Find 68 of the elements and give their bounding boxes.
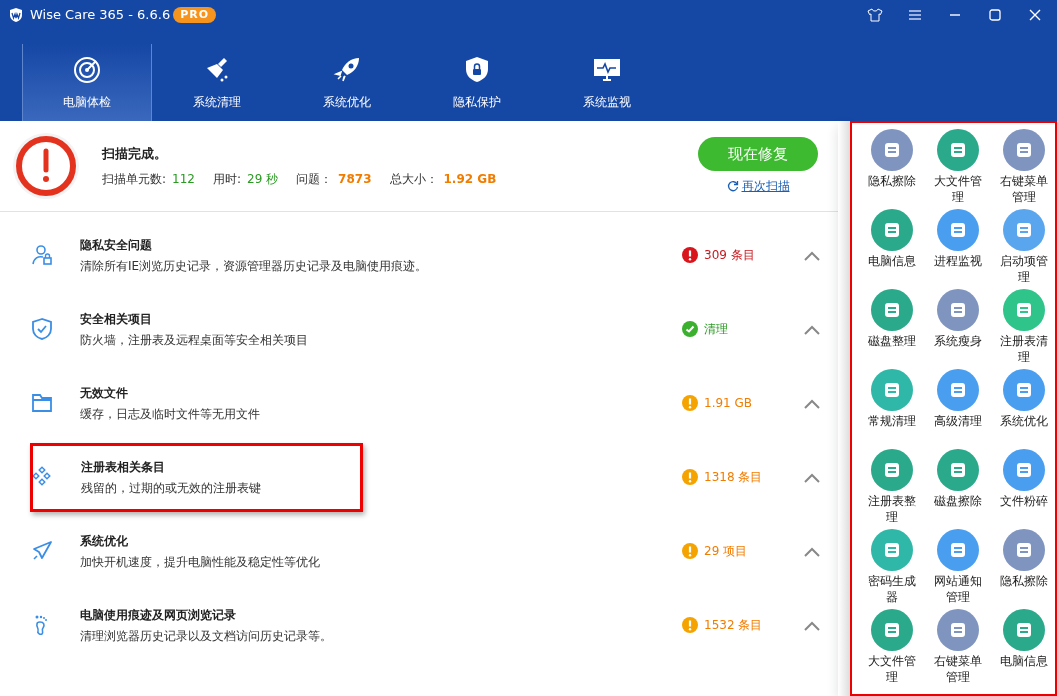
stat-value: 112	[172, 170, 195, 188]
item-title: 安全相关项目	[80, 310, 153, 328]
nav-tab[interactable]: 系统清理	[152, 44, 282, 121]
person-lock-icon	[30, 243, 54, 267]
tool-launcher[interactable]: 网站通知管理	[926, 529, 990, 609]
tool-launcher[interactable]: 系统瘦身	[926, 289, 990, 369]
item-title: 系统优化	[80, 532, 129, 550]
tool-launcher[interactable]: 文件粉碎	[992, 449, 1056, 529]
item-title: 注册表相关条目	[81, 458, 166, 476]
tool-launcher[interactable]: 进程监视	[926, 209, 990, 289]
collapse-chevron-icon[interactable]	[804, 398, 820, 409]
item-description: 缓存，日志及临时文件等无用文件	[80, 405, 261, 423]
item-status: 1.91 GB	[704, 395, 753, 412]
item-description: 清除所有IE浏览历史记录，资源管理器历史记录及电脑使用痕迹。	[80, 257, 429, 275]
tool-launcher[interactable]: 右键菜单管理	[926, 609, 990, 689]
stat-value: 1.92 GB	[443, 170, 497, 188]
tool-launcher[interactable]: 注册表整理	[860, 449, 924, 529]
nav-tab[interactable]: 电脑体检	[22, 44, 152, 121]
stat-value: 29 秒	[247, 170, 279, 188]
item-title: 隐私安全问题	[80, 236, 153, 254]
collapse-chevron-icon[interactable]	[804, 546, 820, 557]
folder-icon	[30, 391, 54, 415]
item-status: 1532 条目	[704, 617, 763, 634]
tool-launcher[interactable]: 隐私擦除	[992, 529, 1056, 609]
item-description: 防火墙，注册表及远程桌面等安全相关项目	[80, 331, 309, 349]
tool-launcher[interactable]: 系统优化	[992, 369, 1056, 449]
item-status: 29 项目	[704, 543, 748, 560]
tool-launcher[interactable]: 右键菜单管理	[992, 129, 1056, 209]
tool-launcher[interactable]: 磁盘整理	[860, 289, 924, 369]
item-description: 清理浏览器历史记录以及文档访问历史记录等。	[80, 627, 333, 645]
item-description: 残留的，过期的或无效的注册表键	[81, 479, 262, 497]
radar-icon	[72, 54, 102, 85]
tool-launcher[interactable]: 大文件管理	[860, 609, 924, 689]
stat-label: 扫描单元数:	[102, 170, 167, 188]
shield-logo-icon	[8, 7, 24, 23]
stat-value: 7873	[338, 170, 372, 188]
shield-check-icon	[30, 317, 54, 341]
nav-tab[interactable]: 系统优化	[282, 44, 412, 121]
tool-launcher[interactable]: 隐私擦除	[860, 129, 924, 209]
rescan-link[interactable]: 再次扫描	[741, 177, 790, 195]
tool-launcher[interactable]: 密码生成器	[860, 529, 924, 609]
refresh-icon	[726, 180, 739, 192]
tool-launcher[interactable]: 磁盘擦除	[926, 449, 990, 529]
item-title: 无效文件	[80, 384, 129, 402]
stat-label: 问题：	[296, 170, 333, 188]
scan-status-title: 扫描完成。	[102, 145, 168, 164]
tool-launcher[interactable]: 高级清理	[926, 369, 990, 449]
collapse-chevron-icon[interactable]	[804, 472, 820, 483]
pro-badge: PRO	[173, 6, 217, 24]
nav-tab[interactable]: 系统监视	[542, 44, 672, 121]
stat-label: 总大小：	[389, 170, 438, 188]
stat-label: 用时:	[212, 170, 241, 188]
item-status: 清理	[704, 321, 728, 338]
collapse-chevron-icon[interactable]	[804, 250, 820, 261]
item-description: 加快开机速度，提升电脑性能及稳定性等优化	[80, 553, 321, 571]
tool-launcher[interactable]: 注册表清理	[992, 289, 1056, 369]
tool-launcher[interactable]: 大文件管理	[926, 129, 990, 209]
item-status: 309 条目	[704, 247, 755, 264]
collapse-chevron-icon[interactable]	[804, 324, 820, 335]
item-title: 电脑使用痕迹及网页浏览记录	[80, 606, 237, 624]
tool-launcher[interactable]: 电脑信息	[992, 609, 1056, 689]
collapse-chevron-icon[interactable]	[804, 620, 820, 631]
tool-launcher[interactable]: 启动项管理	[992, 209, 1056, 289]
nav-tab[interactable]: 隐私保护	[412, 44, 542, 121]
window-title: Wise Care 365 - 6.6.6	[30, 6, 171, 25]
tool-launcher[interactable]: 电脑信息	[860, 209, 924, 289]
item-status: 1318 条目	[704, 469, 763, 486]
tool-launcher[interactable]: 常规清理	[860, 369, 924, 449]
